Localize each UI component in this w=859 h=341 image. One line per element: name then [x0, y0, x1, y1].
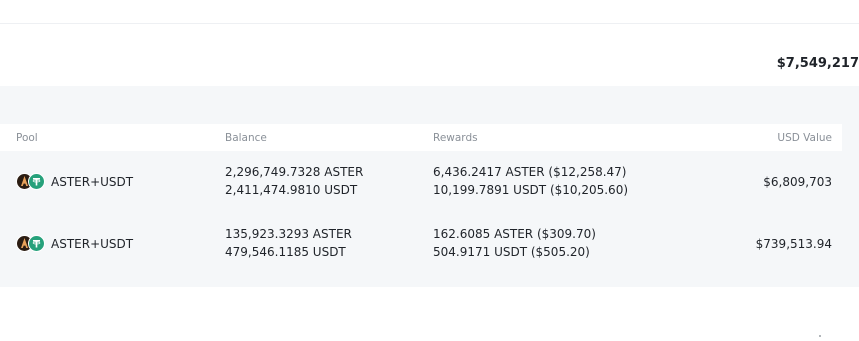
usd-value-cell: $739,513.94	[755, 237, 832, 251]
column-header-pool[interactable]: Pool	[16, 132, 38, 144]
table-row[interactable]: ASTER+USDT 135,923.3293 ASTER 479,546.11…	[0, 213, 842, 275]
pool-cell: ASTER+USDT	[16, 151, 133, 213]
rewards-cell: 6,436.2417 ASTER ($12,258.47) 10,199.789…	[433, 163, 628, 199]
column-header-rewards[interactable]: Rewards	[433, 132, 478, 144]
balance-aster: 2,296,749.7328 ASTER	[225, 165, 364, 179]
pool-name[interactable]: ASTER+USDT	[51, 237, 133, 251]
pool-name[interactable]: ASTER+USDT	[51, 175, 133, 189]
balance-usdt: 2,411,474.9810 USDT	[225, 183, 358, 197]
rewards-aster: 162.6085 ASTER ($309.70)	[433, 227, 596, 241]
table-row[interactable]: ASTER+USDT 2,296,749.7328 ASTER 2,411,47…	[0, 151, 842, 213]
pool-token-icons	[16, 173, 46, 191]
rewards-usdt: 504.9171 USDT ($505.20)	[433, 245, 590, 259]
balance-usdt: 479,546.1185 USDT	[225, 245, 346, 259]
pool-cell: ASTER+USDT	[16, 213, 133, 275]
rewards-cell: 162.6085 ASTER ($309.70) 504.9171 USDT (…	[433, 225, 596, 261]
top-divider	[0, 23, 859, 24]
column-header-usd-value[interactable]: USD Value	[777, 132, 832, 144]
table-header: Pool Balance Rewards USD Value	[0, 124, 842, 151]
balance-aster: 135,923.3293 ASTER	[225, 227, 352, 241]
usdt-token-icon	[28, 173, 45, 190]
total-value: $7,549,217	[776, 56, 859, 71]
usd-value-cell: $6,809,703	[763, 175, 832, 189]
positions-table: Pool Balance Rewards USD Value ASTER+USD…	[0, 124, 842, 275]
pool-token-icons	[16, 235, 46, 253]
rewards-aster: 6,436.2417 ASTER ($12,258.47)	[433, 165, 627, 179]
column-header-balance[interactable]: Balance	[225, 132, 267, 144]
usdt-token-icon	[28, 235, 45, 252]
balance-cell: 135,923.3293 ASTER 479,546.1185 USDT	[225, 225, 352, 261]
balance-cell: 2,296,749.7328 ASTER 2,411,474.9810 USDT	[225, 163, 363, 199]
rewards-usdt: 10,199.7891 USDT ($10,205.60)	[433, 183, 629, 197]
corner-dot	[819, 335, 821, 337]
